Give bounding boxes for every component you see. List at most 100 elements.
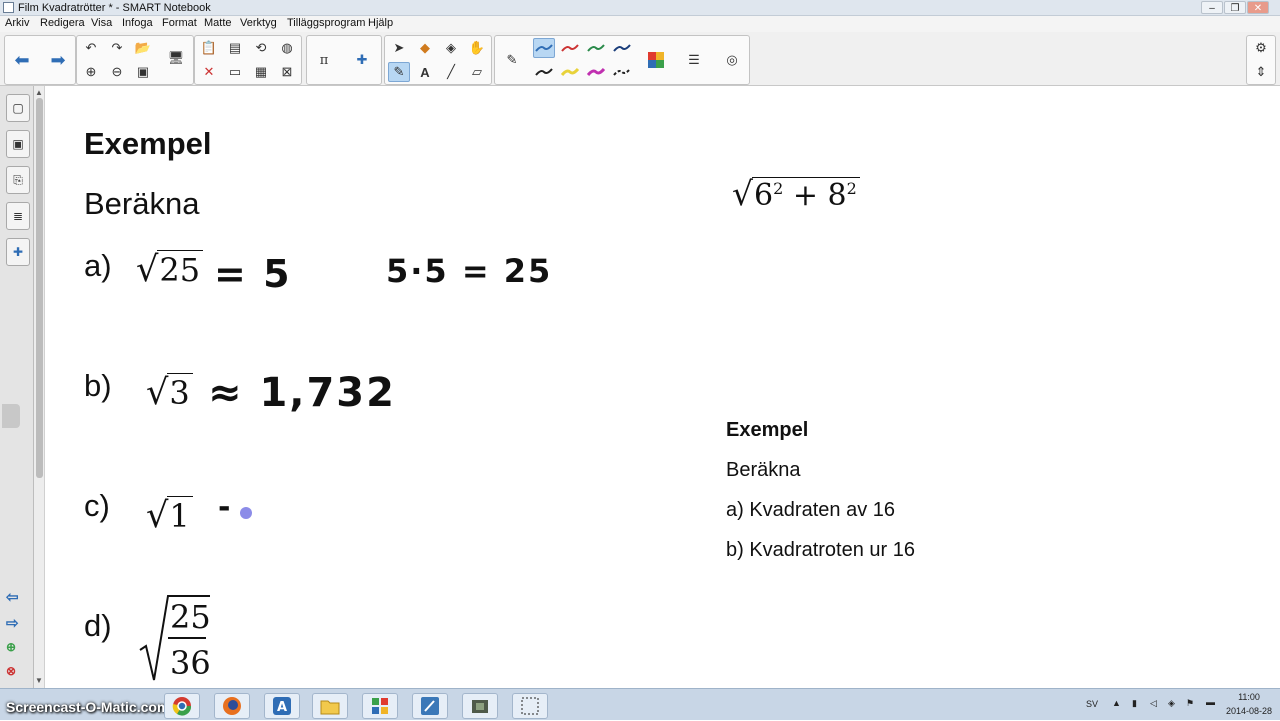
magic-pen-icon[interactable]: ✋ xyxy=(466,38,488,58)
select-arrow-icon[interactable]: ➤ xyxy=(388,38,410,58)
text-icon[interactable]: A xyxy=(414,62,436,82)
pens-icon[interactable]: ✎ xyxy=(388,62,410,82)
watermark-text: Screencast-O-Matic.com xyxy=(6,699,170,715)
delete-page-side-icon[interactable]: ⊗ xyxy=(6,664,16,678)
capture-app-icon[interactable] xyxy=(462,693,498,719)
pen-app-icon[interactable] xyxy=(412,693,448,719)
rotate-icon[interactable]: ⟲ xyxy=(250,38,272,58)
radical-sign-icon: √ xyxy=(146,495,169,536)
clock-date[interactable]: 2014-08-28 xyxy=(1224,706,1274,716)
properties-tab[interactable]: ≣ xyxy=(6,202,30,230)
fraction-numerator: 25 xyxy=(170,598,211,636)
menu-verktyg[interactable]: Verktyg xyxy=(240,17,277,29)
scroll-down-icon[interactable]: ▼ xyxy=(35,676,43,685)
menu-hjalp[interactable]: Hjälp xyxy=(368,17,393,29)
paste-icon[interactable]: 📋 xyxy=(198,38,220,58)
add-page-icon[interactable]: ⊕ xyxy=(6,640,16,654)
gear-icon[interactable]: ⚙ xyxy=(1250,38,1272,58)
menu-arkiv[interactable]: Arkiv xyxy=(5,17,29,29)
answer-c: - xyxy=(218,490,233,525)
screen-shade-icon[interactable]: ▭ xyxy=(224,62,246,82)
folder-icon[interactable] xyxy=(312,693,348,719)
pen-style-blue[interactable] xyxy=(533,38,555,58)
redo-icon[interactable]: ↷ xyxy=(106,38,128,58)
delete-icon[interactable]: ✕ xyxy=(198,62,220,82)
app-a-icon[interactable]: A xyxy=(264,693,300,719)
toolbar-position-icon[interactable]: ⇕ xyxy=(1250,62,1272,82)
sqrt-25: √25 xyxy=(136,249,204,290)
pen-style-dashed[interactable] xyxy=(611,62,633,82)
effects-icon[interactable]: ◎ xyxy=(721,50,743,70)
answer-b: ≈ 1,732 xyxy=(208,370,396,416)
vertical-scrollbar[interactable]: ▲ ▼ xyxy=(34,86,45,688)
screen-select-icon[interactable] xyxy=(512,693,548,719)
clock-time[interactable]: 11:00 xyxy=(1224,692,1274,702)
menu-visa[interactable]: Visa xyxy=(91,17,112,29)
math-tools-icon[interactable]: π xyxy=(313,50,335,70)
addon-icon[interactable]: ✚ xyxy=(351,50,373,70)
line-style-icon[interactable]: ☰ xyxy=(683,50,705,70)
select-group: ➤ ◆ ◈ ✋ ✎ A ╱ ▱ xyxy=(384,35,492,85)
menu-format[interactable]: Format xyxy=(162,17,197,29)
shape-icon[interactable]: ◆ xyxy=(414,38,436,58)
table-icon[interactable]: ▦ xyxy=(250,62,272,82)
expr-base-1: 6 xyxy=(754,178,774,213)
network-icon[interactable]: ▮ xyxy=(1132,698,1137,709)
menu-tillaggsprogram[interactable]: Tilläggsprogram xyxy=(287,17,365,29)
color-palette-icon[interactable] xyxy=(645,50,667,70)
line-icon[interactable]: ╱ xyxy=(440,62,462,82)
page-sorter-tab[interactable]: ▢ xyxy=(6,94,30,122)
power-icon[interactable]: ▬ xyxy=(1206,697,1215,707)
attachments-tab[interactable]: ⎘ xyxy=(6,166,30,194)
firefox-icon[interactable] xyxy=(214,693,250,719)
settings-group: ⚙ ⇕ xyxy=(1246,35,1276,85)
open-folder-icon[interactable]: 📂 xyxy=(132,38,154,58)
title-bar: Film Kvadratrötter * - SMART Notebook – … xyxy=(0,0,1280,16)
display-icon[interactable]: 🖥 xyxy=(165,48,187,68)
menu-matte[interactable]: Matte xyxy=(204,17,232,29)
fill-icon[interactable]: ▱ xyxy=(466,62,488,82)
menu-infoga[interactable]: Infoga xyxy=(122,17,153,29)
next-page-icon[interactable]: ⇨ xyxy=(6,614,19,632)
scroll-thumb[interactable] xyxy=(36,98,43,478)
pen-style-magenta[interactable] xyxy=(585,62,607,82)
radical-sign-icon: √ xyxy=(146,372,169,413)
save-icon[interactable]: ▣ xyxy=(132,62,154,82)
pen-style-navy[interactable] xyxy=(611,38,633,58)
volume-icon[interactable]: ◁ xyxy=(1150,698,1157,709)
undo-icon[interactable]: ↶ xyxy=(80,38,102,58)
sidebar-handle[interactable] xyxy=(2,404,20,428)
chrome-icon[interactable] xyxy=(164,693,200,719)
smart-notebook-icon[interactable] xyxy=(362,693,398,719)
eraser-icon[interactable]: ◈ xyxy=(440,38,462,58)
capture-icon[interactable]: ▤ xyxy=(224,38,246,58)
addons-tab[interactable]: ✚ xyxy=(6,238,30,266)
nav-group: ⬅ ➡ xyxy=(4,35,76,85)
expr-exp-1: 2 xyxy=(773,179,784,198)
shield-icon[interactable]: ◈ xyxy=(1168,698,1175,709)
language-indicator[interactable]: SV xyxy=(1086,699,1098,709)
edit-group: ↶ ↷ 📂 ⊕ ⊖ ▣ 🖥 xyxy=(76,35,194,85)
previous-page-icon[interactable]: ⇦ xyxy=(6,588,19,606)
pen-icon[interactable]: ✎ xyxy=(501,50,523,70)
show-hidden-icon[interactable]: ▲ xyxy=(1112,698,1121,708)
previous-page-button[interactable]: ⬅ xyxy=(11,50,33,70)
close-button[interactable]: ✕ xyxy=(1247,1,1269,14)
pen-style-yellow[interactable] xyxy=(559,62,581,82)
pen-style-black[interactable] xyxy=(533,62,555,82)
fullscreen-icon[interactable]: ⊠ xyxy=(276,62,298,82)
gallery-tab[interactable]: ▣ xyxy=(6,130,30,158)
svg-text:A: A xyxy=(277,700,287,715)
globe-icon[interactable]: ◍ xyxy=(276,38,298,58)
pen-style-red[interactable] xyxy=(559,38,581,58)
new-page-icon[interactable]: ⊕ xyxy=(80,62,102,82)
maximize-button[interactable]: ❐ xyxy=(1224,1,1246,14)
pen-style-green[interactable] xyxy=(585,38,607,58)
scroll-up-icon[interactable]: ▲ xyxy=(35,88,43,97)
notebook-canvas[interactable]: Exempel Beräkna a) √25 = 5 5·5 = 25 b) √… xyxy=(46,86,1280,688)
flag-icon[interactable]: ⚑ xyxy=(1186,698,1194,709)
minimize-button[interactable]: – xyxy=(1201,1,1223,14)
menu-redigera[interactable]: Redigera xyxy=(40,17,85,29)
next-page-button[interactable]: ➡ xyxy=(47,50,69,70)
delete-page-icon[interactable]: ⊖ xyxy=(106,62,128,82)
